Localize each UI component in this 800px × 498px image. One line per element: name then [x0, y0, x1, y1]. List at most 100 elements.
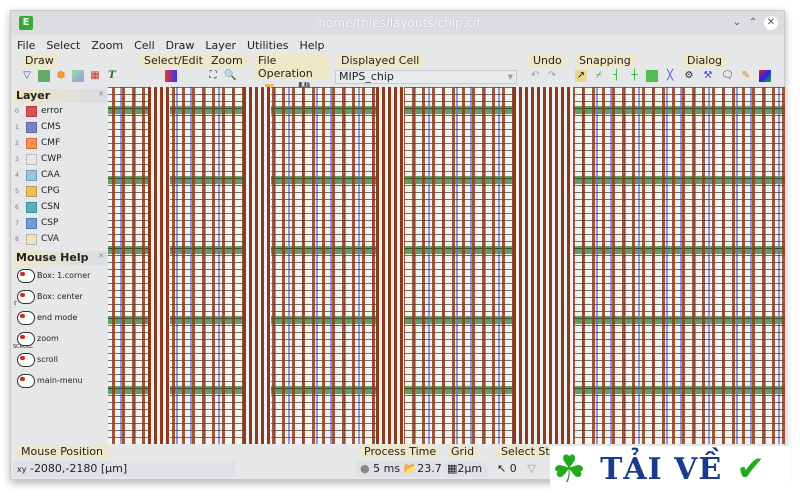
- process-time-label: Process Time: [360, 445, 441, 458]
- close-panel-icon[interactable]: ✕: [98, 252, 104, 260]
- layer-label: CWP: [41, 154, 62, 164]
- text-icon[interactable]: T: [106, 70, 118, 82]
- undo-toolbar: Undo ↶ ↷: [525, 54, 567, 88]
- layer-label: CPG: [41, 186, 60, 196]
- layout-canvas[interactable]: [108, 87, 785, 444]
- layer-item[interactable]: 0 error: [13, 103, 107, 119]
- mouse-help-label: zoom: [37, 334, 59, 343]
- mouse-help-item: SCROLL zoom: [13, 328, 107, 350]
- snap-middle-icon[interactable]: ┼: [628, 70, 640, 82]
- watermark-text: TẢI VỀ: [600, 451, 723, 487]
- clover-icon: ☘: [552, 447, 587, 491]
- layer-item[interactable]: 8 CVA: [13, 231, 107, 247]
- circle-icon[interactable]: ⬢: [55, 70, 67, 82]
- menu-select[interactable]: Select: [46, 39, 80, 52]
- chevron-down-icon: ▼: [507, 73, 513, 81]
- select-icon[interactable]: [164, 70, 177, 82]
- layer-number: 1: [15, 123, 19, 131]
- layer-item[interactable]: 5 CPG: [13, 183, 107, 199]
- layer-number: 5: [15, 187, 19, 195]
- undo-label: Undo: [529, 54, 566, 67]
- dialog-label: Dialog: [683, 54, 727, 67]
- mouse-icon: [17, 268, 35, 283]
- mouse-help-label: main-menu: [37, 376, 83, 385]
- clock-icon: ●: [360, 462, 370, 475]
- menu-cell[interactable]: Cell: [134, 39, 155, 52]
- snapping-toolbar: Snapping ↗ ⌿ ┤ ┼ ╳: [571, 54, 676, 88]
- layer-item[interactable]: 4 CAA: [13, 167, 107, 183]
- tools-icon[interactable]: ⚒: [702, 70, 714, 82]
- minimize-button[interactable]: ⌄: [730, 16, 744, 30]
- mouse-icon: [17, 331, 35, 346]
- zoom-fit-icon[interactable]: ⛶: [207, 70, 219, 82]
- mouse-position-label: Mouse Position: [17, 445, 108, 458]
- load-icon: 📂: [403, 462, 418, 475]
- layer-item[interactable]: 6 CSN: [13, 199, 107, 215]
- snap-next-icon[interactable]: ╳: [664, 70, 676, 82]
- snap-edge-icon[interactable]: ┤: [611, 70, 623, 82]
- snap-center-icon[interactable]: [646, 70, 659, 82]
- menu-help[interactable]: Help: [299, 39, 324, 52]
- watermark-logo: ☘ TẢI VỀ ✔: [550, 446, 790, 492]
- layer-swatch-icon: [26, 185, 37, 197]
- polygon-icon[interactable]: ▽: [21, 70, 33, 82]
- draw-label: Draw: [21, 54, 58, 67]
- metal-stripe: [376, 87, 404, 444]
- message-icon[interactable]: 🗨: [721, 70, 734, 82]
- mouse-help-label: Box: center: [37, 292, 83, 301]
- metal-stripe: [513, 87, 573, 444]
- box-icon[interactable]: [38, 70, 50, 82]
- grid-label: Grid: [447, 445, 479, 458]
- grid-section: Grid ▦2µm: [443, 445, 488, 477]
- zoom-magnifier-icon[interactable]: 🔍: [224, 70, 236, 82]
- menu-utilities[interactable]: Utilities: [247, 39, 288, 52]
- process-time-section: Process Time ● 5 ms 📂23.7 s: [356, 445, 441, 477]
- layer-swatch-icon: [26, 121, 37, 133]
- close-panel-icon[interactable]: ✕: [98, 90, 104, 98]
- array-icon[interactable]: ▦: [89, 70, 101, 82]
- grid-value: 2µm: [457, 462, 483, 475]
- checkmark-icon: ✔: [736, 449, 765, 489]
- layer-swatch-icon: [26, 105, 37, 117]
- select-edit-label: Select/Edit: [140, 54, 207, 67]
- layer-panel-header: Layer ✕: [13, 89, 107, 103]
- close-button[interactable]: ✕: [764, 16, 778, 30]
- shift-tag: ⇧: [13, 300, 19, 307]
- select-icon: ↖: [497, 462, 507, 475]
- menu-file[interactable]: File: [17, 39, 35, 52]
- snap-point-icon[interactable]: ⌿: [593, 70, 605, 82]
- maximize-button[interactable]: ⌃: [746, 16, 760, 30]
- layer-label: CAA: [41, 170, 60, 180]
- edit-icon[interactable]: ✎: [740, 70, 752, 82]
- menu-layer[interactable]: Layer: [205, 39, 236, 52]
- path-icon[interactable]: [72, 70, 84, 82]
- menu-zoom[interactable]: Zoom: [91, 39, 123, 52]
- menu-draw[interactable]: Draw: [166, 39, 195, 52]
- layer-swatch-icon: [26, 153, 37, 165]
- dialog-toolbar: Dialog ⚙ ⚒ 🗨 ✎: [679, 54, 774, 88]
- layer-swatch-icon: [26, 217, 37, 229]
- mouse-help-item: Box: 1.corner: [13, 265, 107, 286]
- title-bar: E /home/thies/layouts/chip.cif ⌄ ⌃ ✕: [11, 11, 784, 35]
- layer-item[interactable]: 2 CMF: [13, 135, 107, 151]
- layer-item[interactable]: 1 CMS: [13, 119, 107, 135]
- displayed-cell-label: Displayed Cell: [337, 54, 424, 67]
- undo-icon[interactable]: ↶: [529, 70, 541, 82]
- displayed-cell-toolbar: Displayed Cell MIPS_chip ▼: [333, 54, 519, 88]
- layer-label: CSN: [41, 202, 60, 212]
- layer-number: 4: [15, 171, 19, 179]
- layers-color-icon[interactable]: [759, 70, 771, 82]
- mouse-help-label: end mode: [37, 313, 78, 322]
- zoom-label: Zoom: [207, 54, 247, 67]
- displayed-cell-select[interactable]: MIPS_chip ▼: [335, 70, 517, 84]
- displayed-cell-value: MIPS_chip: [339, 70, 394, 83]
- mouse-help-item: ⇧ Box: center: [13, 286, 107, 307]
- layer-item[interactable]: 3 CWP: [13, 151, 107, 167]
- layer-item[interactable]: 7 CSP: [13, 215, 107, 231]
- mouse-icon: [17, 352, 35, 367]
- settings-icon[interactable]: ⚙: [683, 70, 695, 82]
- snap-grid-icon[interactable]: ↗: [575, 70, 587, 82]
- redo-icon[interactable]: ↷: [546, 70, 558, 82]
- mouse-icon: [17, 310, 35, 325]
- mouse-position-value: -2080,-2180 [µm]: [29, 462, 128, 475]
